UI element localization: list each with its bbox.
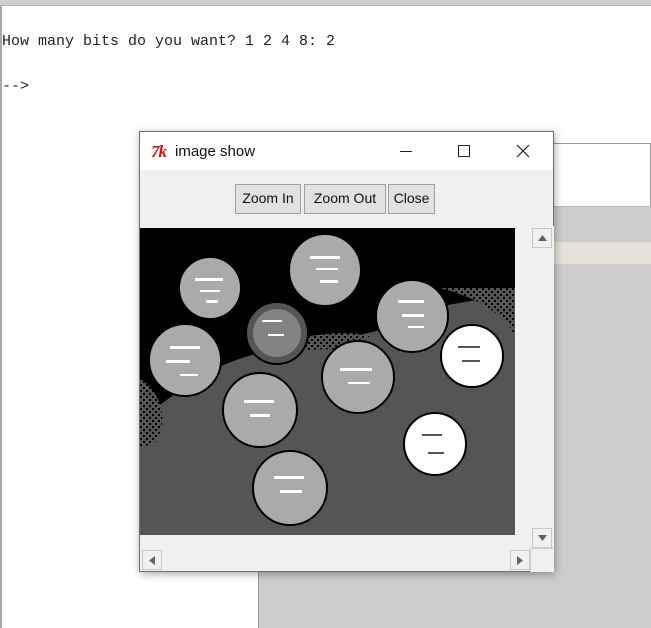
chevron-down-icon xyxy=(537,535,547,541)
tk-feather-icon: 7k xyxy=(151,142,167,161)
vertical-scroll-track[interactable] xyxy=(532,250,552,526)
image-show-window[interactable]: 7k image show Zoom In Zoom Out Close xyxy=(139,131,554,572)
image-canvas[interactable] xyxy=(140,228,515,535)
chevron-left-icon xyxy=(149,555,155,565)
scroll-right-button[interactable] xyxy=(510,550,530,570)
scroll-up-button[interactable] xyxy=(532,228,552,248)
zoom-in-button[interactable]: Zoom In xyxy=(235,184,301,214)
scrollbar-corner xyxy=(530,548,554,572)
scroll-left-button[interactable] xyxy=(142,550,162,570)
coins-image xyxy=(140,228,515,535)
horizontal-scrollbar[interactable] xyxy=(140,549,530,571)
minimize-icon xyxy=(400,150,412,152)
minimize-button[interactable] xyxy=(377,132,435,170)
maximize-icon xyxy=(458,145,470,157)
console-prompt-line: How many bits do you want? 1 2 4 8: 2 xyxy=(2,33,336,50)
scroll-down-button[interactable] xyxy=(532,528,552,548)
close-window-button[interactable] xyxy=(494,132,552,170)
window-title: image show xyxy=(175,143,256,160)
zoom-out-button[interactable]: Zoom Out xyxy=(304,184,386,214)
chevron-right-icon xyxy=(517,555,523,565)
maximize-button[interactable] xyxy=(435,132,493,170)
close-button[interactable]: Close xyxy=(388,184,435,214)
toolbar: Zoom In Zoom Out Close xyxy=(140,170,553,226)
title-bar[interactable]: 7k image show xyxy=(140,132,553,170)
console-cursor-line: --> xyxy=(2,78,30,95)
background-strip xyxy=(549,242,651,264)
close-icon xyxy=(516,144,530,158)
vertical-scrollbar[interactable] xyxy=(530,226,554,548)
chevron-up-icon xyxy=(537,235,547,241)
